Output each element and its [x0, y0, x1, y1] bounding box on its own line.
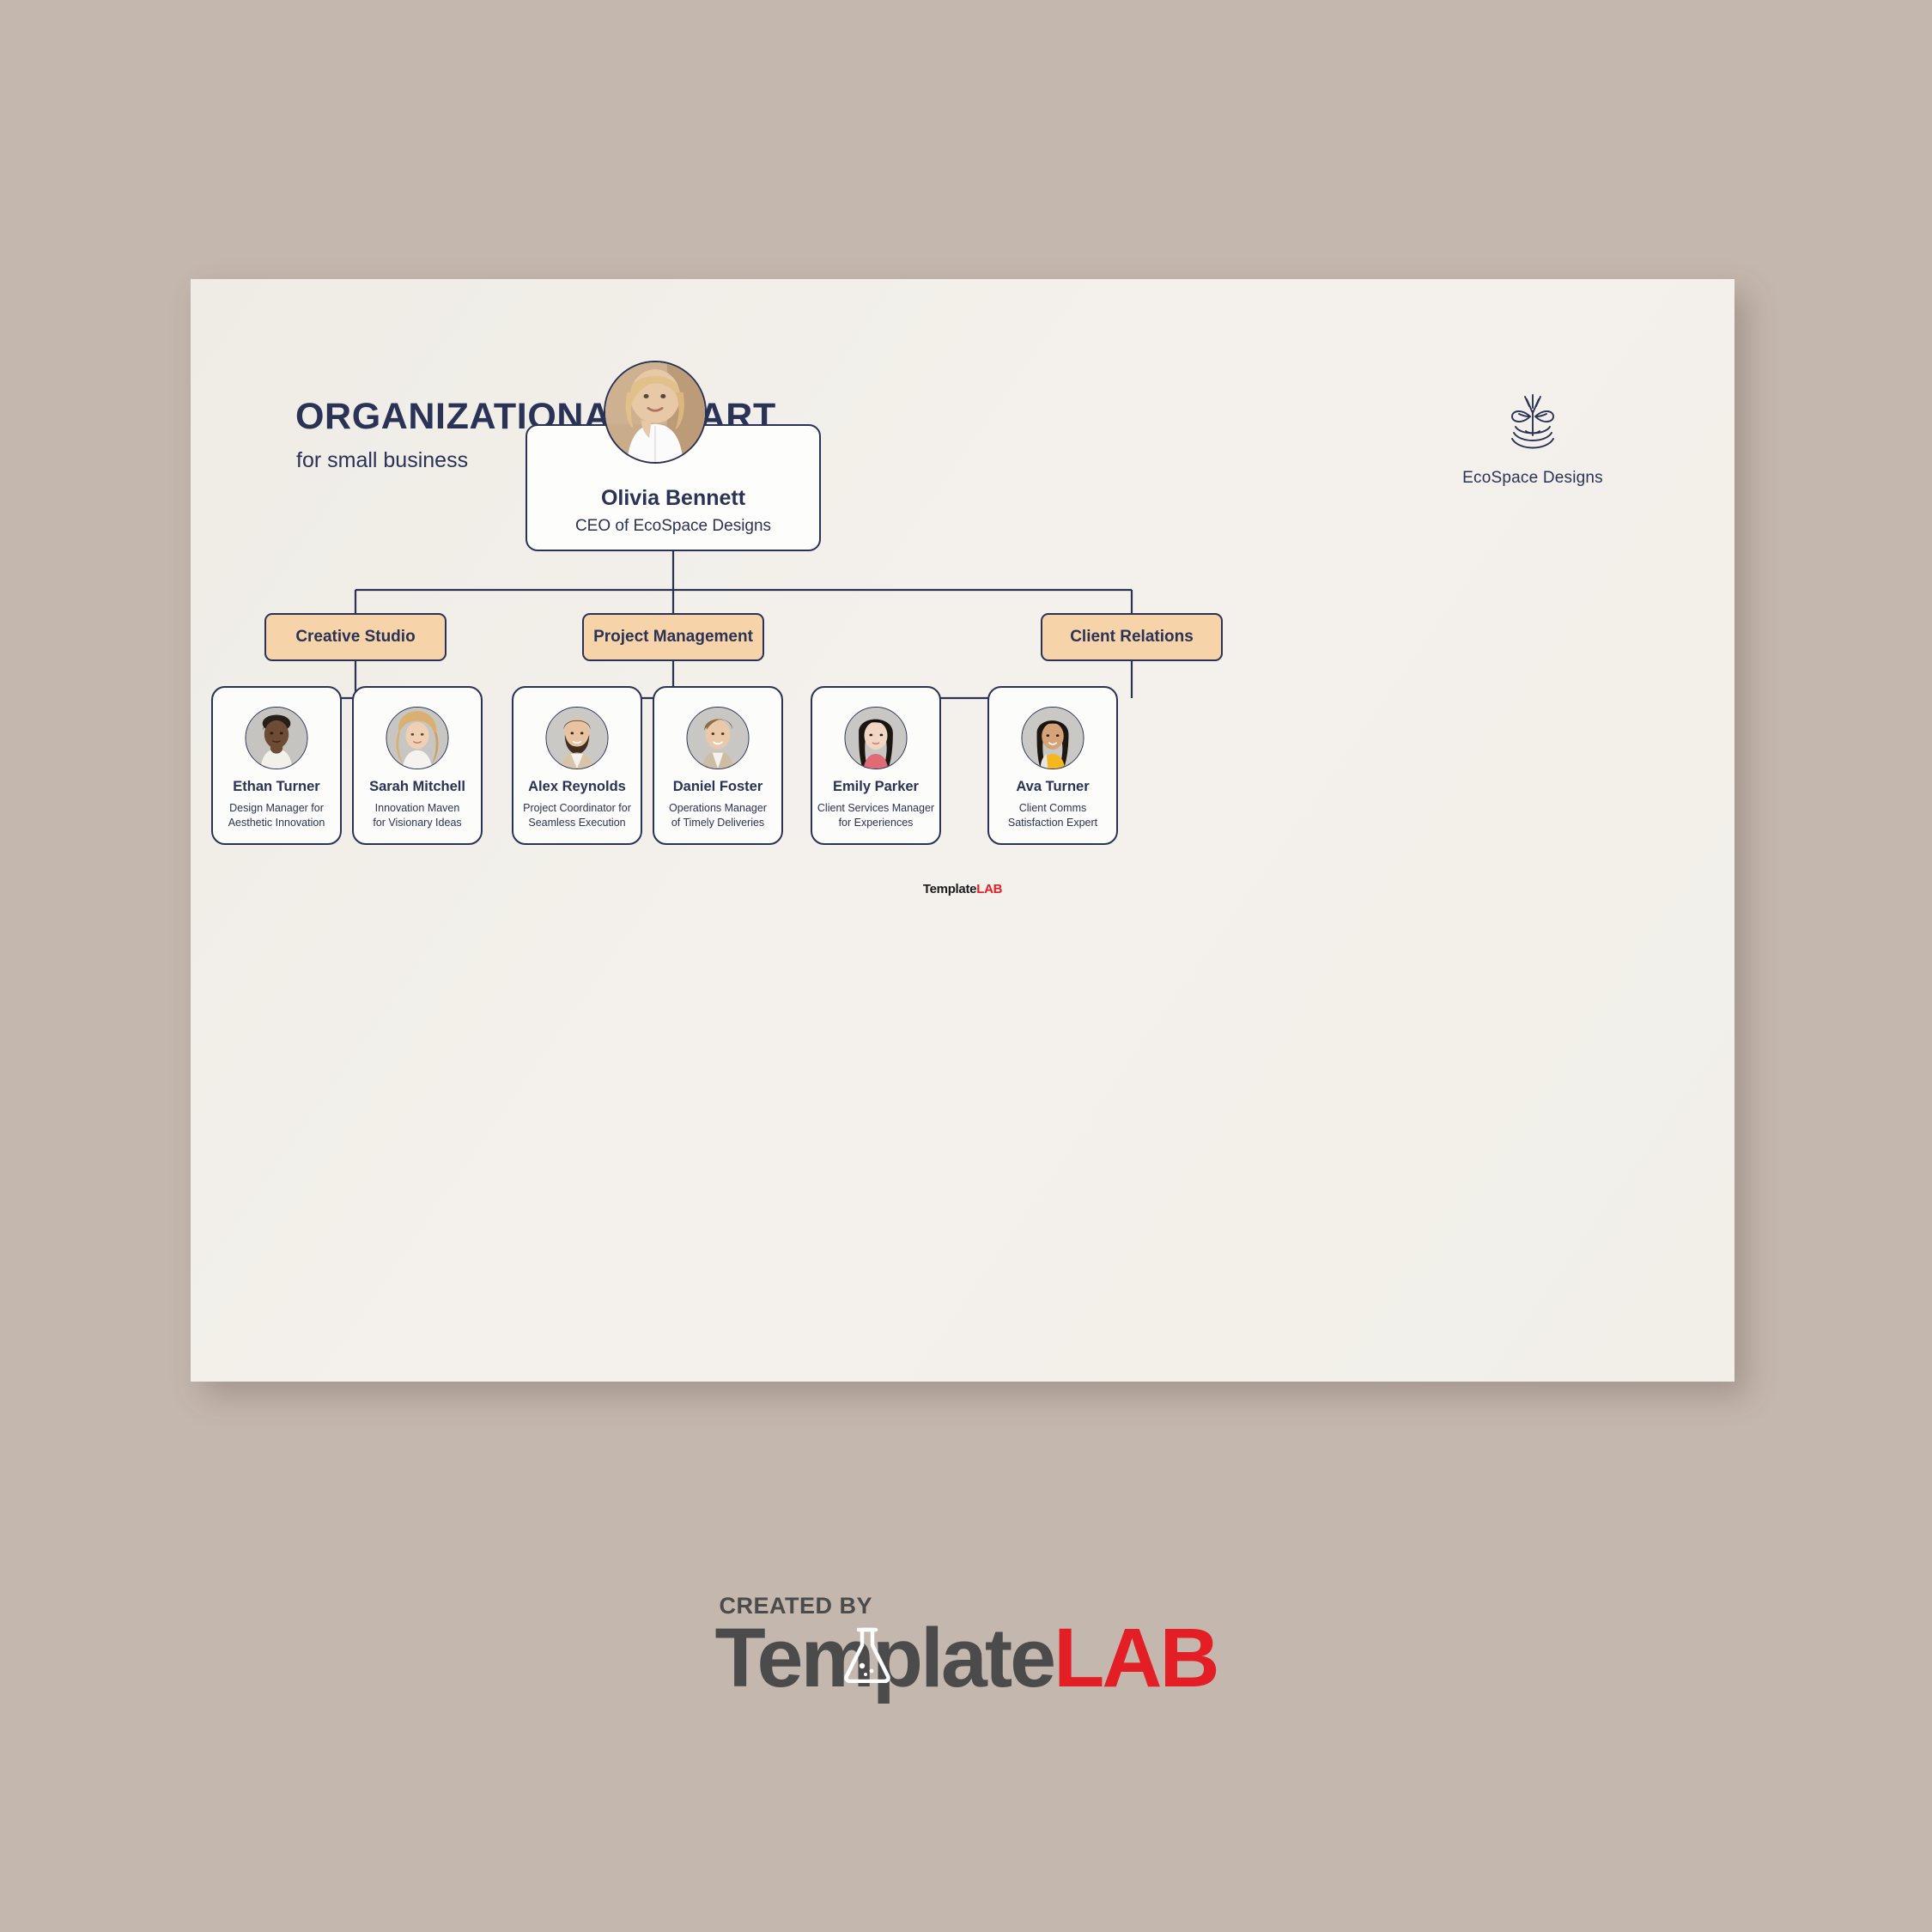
- watermark-template-text: Template: [922, 882, 977, 896]
- watermark-lab-text: LAB: [976, 882, 1003, 896]
- employee-role-line1: Innovation Maven: [374, 802, 460, 814]
- employee-name: Sarah Mitchell: [369, 779, 465, 794]
- org-chart: Olivia Bennett CEO of EcoSpace Designs C…: [191, 279, 1735, 1382]
- avatar: [1021, 707, 1084, 769]
- employee-role-line2: for Experiences: [838, 816, 914, 829]
- employee-name: Ava Turner: [1016, 779, 1090, 794]
- avatar: [545, 707, 609, 769]
- employee-role-line1: Client Services Manager: [817, 802, 935, 814]
- ceo-role: CEO of EcoSpace Designs: [574, 517, 772, 535]
- employee-role: Project Coordinator for Seamless Executi…: [518, 801, 636, 829]
- employee-name: Ethan Turner: [233, 779, 320, 794]
- employee-role-line2: of Timely Deliveries: [671, 816, 765, 829]
- templatelab-logo: TemplateLAB: [714, 1611, 1219, 1704]
- employee-role: Client Comms Satisfaction Expert: [993, 801, 1112, 829]
- flask-icon: [841, 1611, 893, 1699]
- employee-name: Daniel Foster: [672, 779, 763, 794]
- avatar: [686, 707, 750, 769]
- employee-role-line1: Operations Manager: [669, 802, 767, 814]
- templatelab-watermark: TemplateLAB: [191, 882, 1735, 896]
- employee-role: Operations Manager of Timely Deliveries: [659, 801, 777, 829]
- avatar: [844, 707, 908, 769]
- logo-lab-text: LAB: [1054, 1611, 1219, 1704]
- department-box-project-management[interactable]: Project Management: [582, 613, 764, 661]
- employee-card[interactable]: Sarah Mitchell Innovation Maven for Visi…: [352, 686, 483, 845]
- department-label: Client Relations: [1070, 628, 1194, 646]
- employee-card[interactable]: Emily Parker Client Services Manager for…: [811, 686, 941, 845]
- employee-role-line1: Design Manager for: [229, 802, 324, 814]
- employee-role-line1: Client Comms: [1018, 802, 1087, 814]
- avatar: [604, 361, 707, 464]
- department-box-client-relations[interactable]: Client Relations: [1041, 613, 1223, 661]
- employee-card[interactable]: Alex Reynolds Project Coordinator for Se…: [512, 686, 642, 845]
- employee-role: Design Manager for Aesthetic Innovation: [217, 801, 336, 829]
- employee-role: Client Services Manager for Experiences: [817, 801, 935, 829]
- footer-logo: CREATED BY TemplateLAB: [0, 1593, 1932, 1703]
- employee-name: Alex Reynolds: [528, 779, 626, 794]
- department-label: Creative Studio: [295, 628, 416, 646]
- template-page: ORGANIZATIONAL CHART for small business: [191, 279, 1735, 1382]
- department-label: Project Management: [593, 628, 753, 646]
- department-box-creative-studio[interactable]: Creative Studio: [264, 613, 447, 661]
- employee-card[interactable]: Ava Turner Client Comms Satisfaction Exp…: [987, 686, 1118, 845]
- employee-role-line2: Satisfaction Expert: [1007, 816, 1098, 829]
- avatar: [386, 707, 449, 769]
- avatar: [245, 707, 308, 769]
- employee-card[interactable]: Daniel Foster Operations Manager of Time…: [653, 686, 783, 845]
- employee-role-line2: Seamless Execution: [528, 816, 626, 829]
- employee-role: Innovation Maven for Visionary Ideas: [358, 801, 477, 829]
- ceo-name: Olivia Bennett: [600, 486, 746, 510]
- employee-name: Emily Parker: [833, 779, 919, 794]
- employee-card[interactable]: Ethan Turner Design Manager for Aestheti…: [211, 686, 342, 845]
- employee-role-line2: Aesthetic Innovation: [228, 816, 325, 829]
- employee-role-line2: for Visionary Ideas: [373, 816, 462, 829]
- employee-role-line1: Project Coordinator for: [523, 802, 631, 814]
